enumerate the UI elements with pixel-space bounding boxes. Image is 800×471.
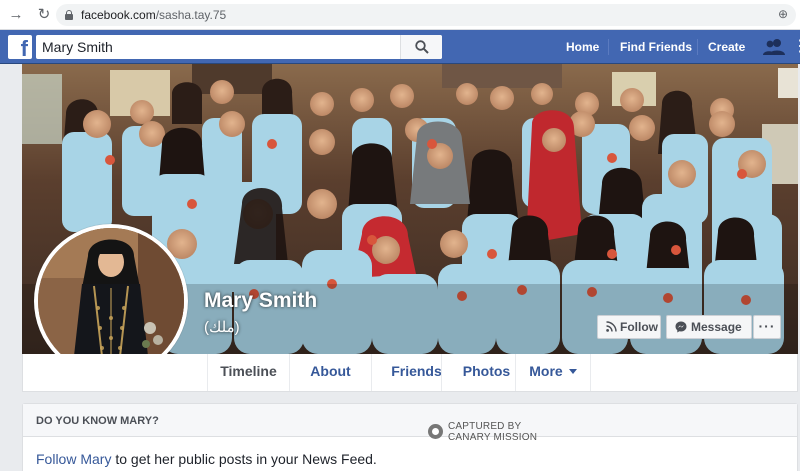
reload-icon[interactable]: ↻ (35, 6, 53, 24)
tab-about[interactable]: About (289, 354, 371, 391)
rss-icon (606, 321, 617, 332)
nav-divider (608, 39, 609, 55)
card-heading: DO YOU KNOW MARY? (36, 415, 159, 427)
follow-button[interactable]: Follow (597, 315, 661, 339)
nav-create[interactable]: Create (708, 30, 745, 64)
tab-more[interactable]: More (515, 354, 591, 391)
facebook-top-bar: f Home Find Friends Create ⋮ (0, 30, 800, 64)
watermark-logo-icon (428, 424, 443, 439)
url-text: facebook.com/sasha.tay.75 (81, 8, 227, 22)
tab-timeline[interactable]: Timeline (207, 354, 289, 391)
follow-link[interactable]: Follow Mary (36, 451, 111, 467)
caret-down-icon (568, 368, 577, 374)
profile-alternate-name: (ملك) (204, 319, 240, 336)
more-options-button[interactable]: ··· (753, 315, 781, 339)
address-bar[interactable]: facebook.com/sasha.tay.75 ⊕ (56, 4, 796, 26)
message-label: Message (691, 320, 742, 334)
watermark-text: CAPTURED BY CANARY MISSION (448, 421, 538, 443)
friend-requests-icon[interactable] (763, 38, 785, 56)
forward-icon[interactable]: → (7, 6, 25, 24)
browser-toolbar: → ↻ facebook.com/sasha.tay.75 ⊕ (0, 0, 800, 30)
card-header: DO YOU KNOW MARY? (23, 404, 797, 437)
card-body: Follow Mary to get her public posts in y… (36, 451, 377, 467)
search-input[interactable] (36, 35, 400, 59)
message-button[interactable]: Message (666, 315, 752, 339)
lock-icon (64, 10, 74, 20)
menu-more-icon[interactable]: ⋮ (792, 38, 800, 56)
profile-photo-image (38, 228, 184, 374)
profile-name[interactable]: Mary Smith (204, 289, 317, 313)
nav-find-friends[interactable]: Find Friends (620, 30, 692, 64)
search-icon (415, 40, 429, 54)
zoom-icon[interactable]: ⊕ (778, 7, 788, 21)
search-button[interactable] (400, 35, 442, 59)
profile-tab-bar: Timeline About Friends Photos More (22, 354, 798, 392)
facebook-logo[interactable]: f (8, 35, 32, 59)
search-box (36, 35, 442, 59)
tab-more-label: More (529, 363, 563, 379)
messenger-icon (675, 321, 687, 333)
card-text: to get her public posts in your News Fee… (111, 451, 377, 467)
follow-label: Follow (620, 320, 658, 334)
nav-divider (697, 39, 698, 55)
do-you-know-card: DO YOU KNOW MARY? Follow Mary to get her… (22, 403, 798, 471)
nav-home[interactable]: Home (566, 30, 599, 64)
